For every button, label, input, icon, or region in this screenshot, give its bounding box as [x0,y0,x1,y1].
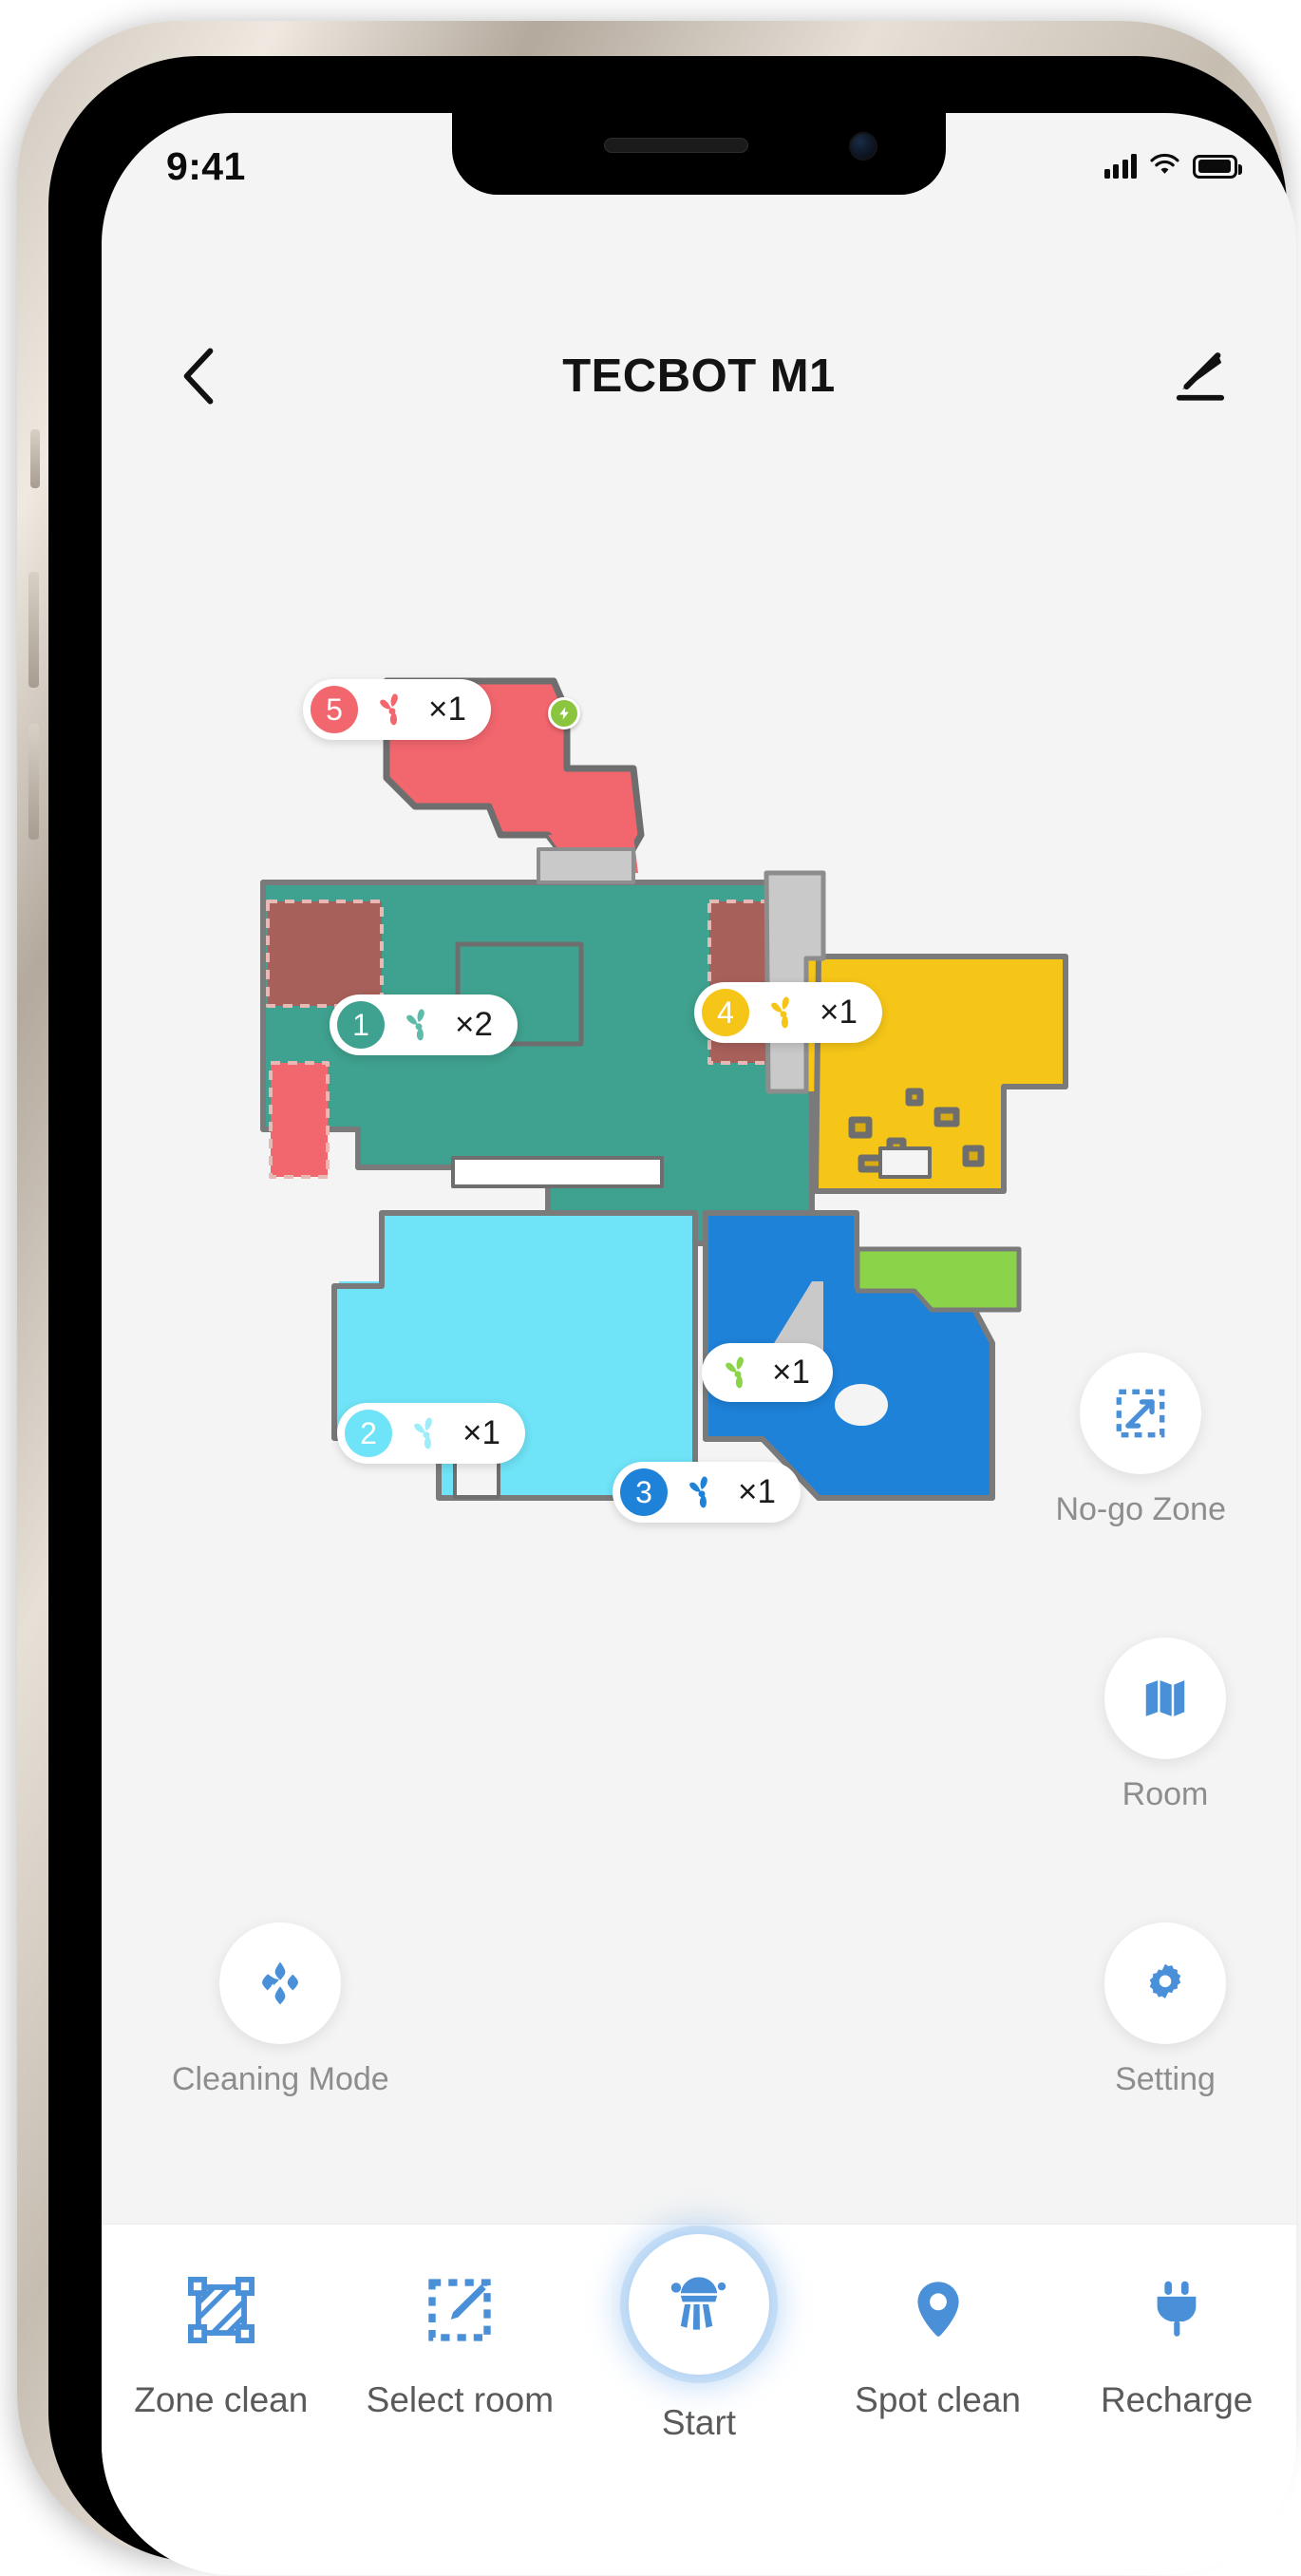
setting-button[interactable] [1104,1923,1226,2044]
fab-room[interactable]: Room [1104,1638,1226,1813]
fan-icon [406,1009,424,1041]
fan-icon [689,1476,707,1508]
tab-label: Zone clean [134,2380,309,2419]
fab-cleaning-mode[interactable]: Cleaning Mode [172,1923,389,2098]
tab-spot-clean[interactable]: Spot clean [836,2264,1040,2420]
fab-label: Cleaning Mode [172,2061,389,2097]
bottom-tab-bar: Zone clean Select room Start Spot clean … [102,2224,1296,2575]
room-pill-1[interactable]: 1 ×2 [330,994,518,1055]
fab-label: No-go Zone [1055,1491,1226,1527]
gear-icon [1149,1963,1181,1999]
no-go-zone-icon [1116,1389,1165,1438]
tab-select-room[interactable]: Select room [358,2264,562,2420]
display-notch [452,113,946,195]
tab-icon-wrap [1141,2264,1212,2356]
page-title: TECBOT M1 [562,350,836,402]
room-number-badge: 1 [337,1001,385,1049]
tab-label: Recharge [1100,2380,1254,2419]
room-pill-5[interactable]: 5 ×1 [303,679,491,740]
start-button[interactable] [628,2234,769,2375]
edit-button[interactable] [1169,346,1230,407]
room-count: ×1 [772,1354,810,1391]
room-count: ×2 [455,1006,493,1043]
no-go-zone-button[interactable] [1080,1353,1202,1474]
fab-label: Room [1122,1776,1209,1812]
screenshot-stage: 9:41 TECBOT M1 5 ×1 1 ×2 4 ×1 2 ×1 3 ×1 … [0,0,1301,2576]
room-count: ×1 [428,691,466,728]
status-icons [1103,152,1242,181]
tab-icon-wrap [186,2264,256,2356]
tab-recharge[interactable]: Recharge [1075,2264,1279,2420]
fan-icon [726,1356,744,1389]
room-number-badge: 5 [311,686,358,733]
room-number-badge: 3 [620,1468,668,1516]
phone-bezel: 9:41 TECBOT M1 5 ×1 1 ×2 4 ×1 2 ×1 3 ×1 … [48,56,1296,2575]
location-pin-icon [916,2282,959,2337]
map-folded-icon [1145,1680,1185,1716]
phone-screen: 9:41 TECBOT M1 5 ×1 1 ×2 4 ×1 2 ×1 3 ×1 … [102,113,1296,2575]
select-room-icon [428,2279,492,2341]
power-plug-icon [1157,2281,1197,2337]
earpiece-speaker [604,138,748,153]
tab-zone-clean[interactable]: Zone clean [119,2264,323,2420]
tab-label: Select room [366,2380,555,2419]
broom-start-icon [670,2277,726,2330]
pencil-edit-icon [1176,352,1225,401]
room-pill-4[interactable]: 4 ×1 [694,982,882,1043]
room-count: ×1 [738,1473,776,1510]
status-time: 9:41 [166,143,246,188]
room-pill-2[interactable]: 2 ×1 [337,1403,525,1464]
cleaning-mode-icon [262,1961,299,2005]
tab-icon-wrap [424,2264,495,2356]
room-pill-green-zone[interactable]: ×1 [702,1343,833,1402]
cellular-signal-icon [1103,154,1137,179]
silent-switch[interactable] [30,429,40,488]
wifi-icon [1149,152,1180,181]
volume-down-button[interactable] [28,724,39,840]
tab-icon-wrap [903,2264,973,2356]
app-header: TECBOT M1 [102,324,1296,428]
fab-no-go-zone[interactable]: No-go Zone [1055,1353,1226,1528]
fab-label: Setting [1115,2061,1216,2097]
room-count: ×1 [462,1414,500,1451]
room-count: ×1 [820,994,858,1031]
charging-dock-marker [548,697,580,729]
cleaning-mode-button[interactable] [219,1923,342,2044]
battery-icon [1193,154,1242,179]
room-button[interactable] [1104,1638,1226,1759]
room-number-badge: 4 [702,989,749,1036]
fab-setting[interactable]: Setting [1104,1923,1226,2098]
room-pill-3[interactable]: 3 ×1 [613,1462,801,1523]
room-number-badge: 2 [345,1410,392,1457]
fan-icon [771,996,789,1029]
chevron-left-icon [183,348,214,405]
front-camera [849,132,877,161]
zone-clean-icon [187,2277,255,2343]
tab-label: Spot clean [855,2380,1021,2419]
tab-label: Start [661,2403,737,2442]
back-button[interactable] [168,346,229,407]
tab-start[interactable]: Start [596,2234,801,2443]
fan-icon [414,1417,432,1449]
phone-frame: 9:41 TECBOT M1 5 ×1 1 ×2 4 ×1 2 ×1 3 ×1 … [17,21,1296,2575]
fan-icon [380,693,398,726]
volume-up-button[interactable] [28,572,39,688]
